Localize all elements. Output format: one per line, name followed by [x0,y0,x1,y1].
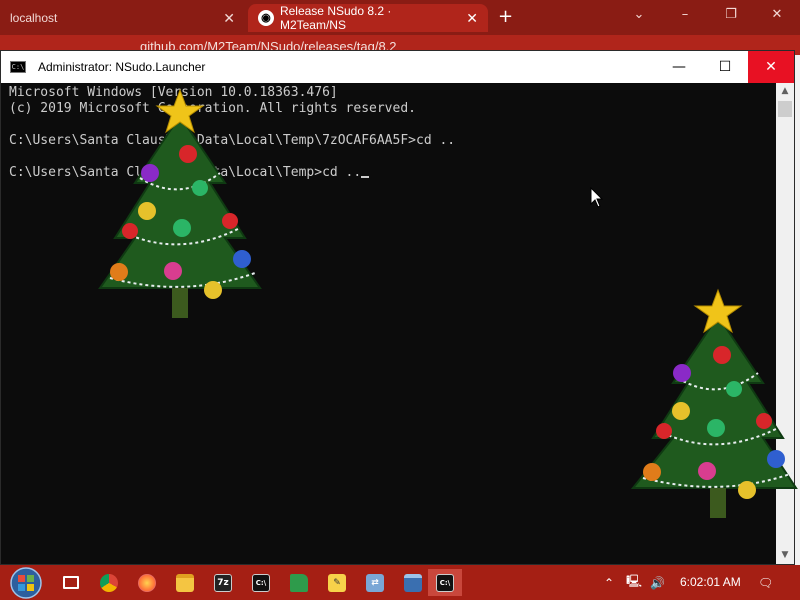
notes-icon: ✎ [328,573,346,592]
new-tab-icon[interactable]: + [498,6,513,27]
close-icon[interactable]: ✕ [754,0,800,30]
network-tool-icon: ⇄ [366,573,384,592]
close-tab-icon[interactable]: ✕ [466,10,478,27]
close-tab-icon[interactable]: ✕ [223,10,235,27]
7zip-icon: 7z [214,573,232,592]
network-icon: 🖳 [626,574,643,588]
browser-tab-nsudo-release[interactable]: ◉ Release NSudo 8.2 · M2Team/NS ✕ [248,4,488,32]
notification-icon: 🗨 [758,575,774,590]
taskbar-network-tool[interactable]: ⇄ [358,569,392,596]
show-hidden-icons[interactable]: ⌃ [604,565,614,600]
taskbar-chrome[interactable] [92,569,126,596]
restore-icon[interactable]: ❐ [708,0,754,30]
tab-label: localhost [10,11,58,25]
console-title-bar[interactable]: C:\ Administrator: NSudo.Launcher — ☐ ✕ [1,51,794,83]
taskbar-notepad-plus[interactable] [282,569,316,596]
tab-label: Release NSudo 8.2 · M2Team/NS [279,4,392,32]
task-view-icon [63,576,79,589]
close-button[interactable]: ✕ [748,51,794,83]
chrome-icon [100,573,118,592]
taskbar-file-explorer[interactable] [168,569,202,596]
chevron-down-icon[interactable]: ⌄ [616,0,662,30]
taskbar-app-window[interactable] [396,569,430,596]
minimize-button[interactable]: — [656,51,702,83]
christmas-tree-decoration [630,288,798,518]
scrollbar-thumb[interactable] [778,101,792,117]
taskbar: 7z C:\ ✎ ⇄ C:\ ⌃ 🖳 🔊 6:02:01 AM 🗨 [0,565,800,600]
taskbar-7zip[interactable]: 7z [206,569,240,596]
taskbar-notes[interactable]: ✎ [320,569,354,596]
maximize-button[interactable]: ☐ [702,51,748,83]
console-app-icon: C:\ [10,61,26,73]
mouse-pointer-icon [590,187,604,208]
firefox-icon [138,573,156,592]
network-tray[interactable]: 🖳 [626,565,642,600]
chevron-up-icon: ⌃ [604,575,615,590]
app-window-icon [404,573,422,592]
christmas-tree-decoration [98,88,262,318]
browser-tab-strip: localhost ✕ ◉ Release NSudo 8.2 · M2Team… [0,0,800,35]
scroll-up-icon[interactable]: ▲ [776,83,794,100]
console-active-icon: C:\ [436,573,454,592]
scroll-down-icon[interactable]: ▼ [776,547,794,564]
taskbar-firefox[interactable] [130,569,164,596]
console-icon: C:\ [252,573,270,592]
speaker-icon: 🔊 [650,575,665,590]
taskbar-console[interactable]: C:\ [244,569,278,596]
notepad-plus-icon [290,573,308,592]
minimize-icon[interactable]: – [662,0,708,30]
minimize-icon: — [672,59,686,75]
taskbar-clock[interactable]: 6:02:01 AM [680,575,741,589]
file-explorer-icon [176,573,194,592]
browser-tab-localhost[interactable]: localhost ✕ [0,4,245,32]
text-cursor [361,176,370,178]
start-button[interactable] [4,565,48,600]
volume-tray[interactable]: 🔊 [650,565,665,600]
github-icon: ◉ [258,10,274,26]
taskbar-console-active[interactable]: C:\ [428,569,462,596]
window-title: Administrator: NSudo.Launcher [38,60,206,74]
task-view-button[interactable] [54,569,88,596]
action-center-button[interactable]: 🗨 [758,565,773,600]
close-icon: ✕ [765,59,777,75]
maximize-icon: ☐ [718,59,732,75]
